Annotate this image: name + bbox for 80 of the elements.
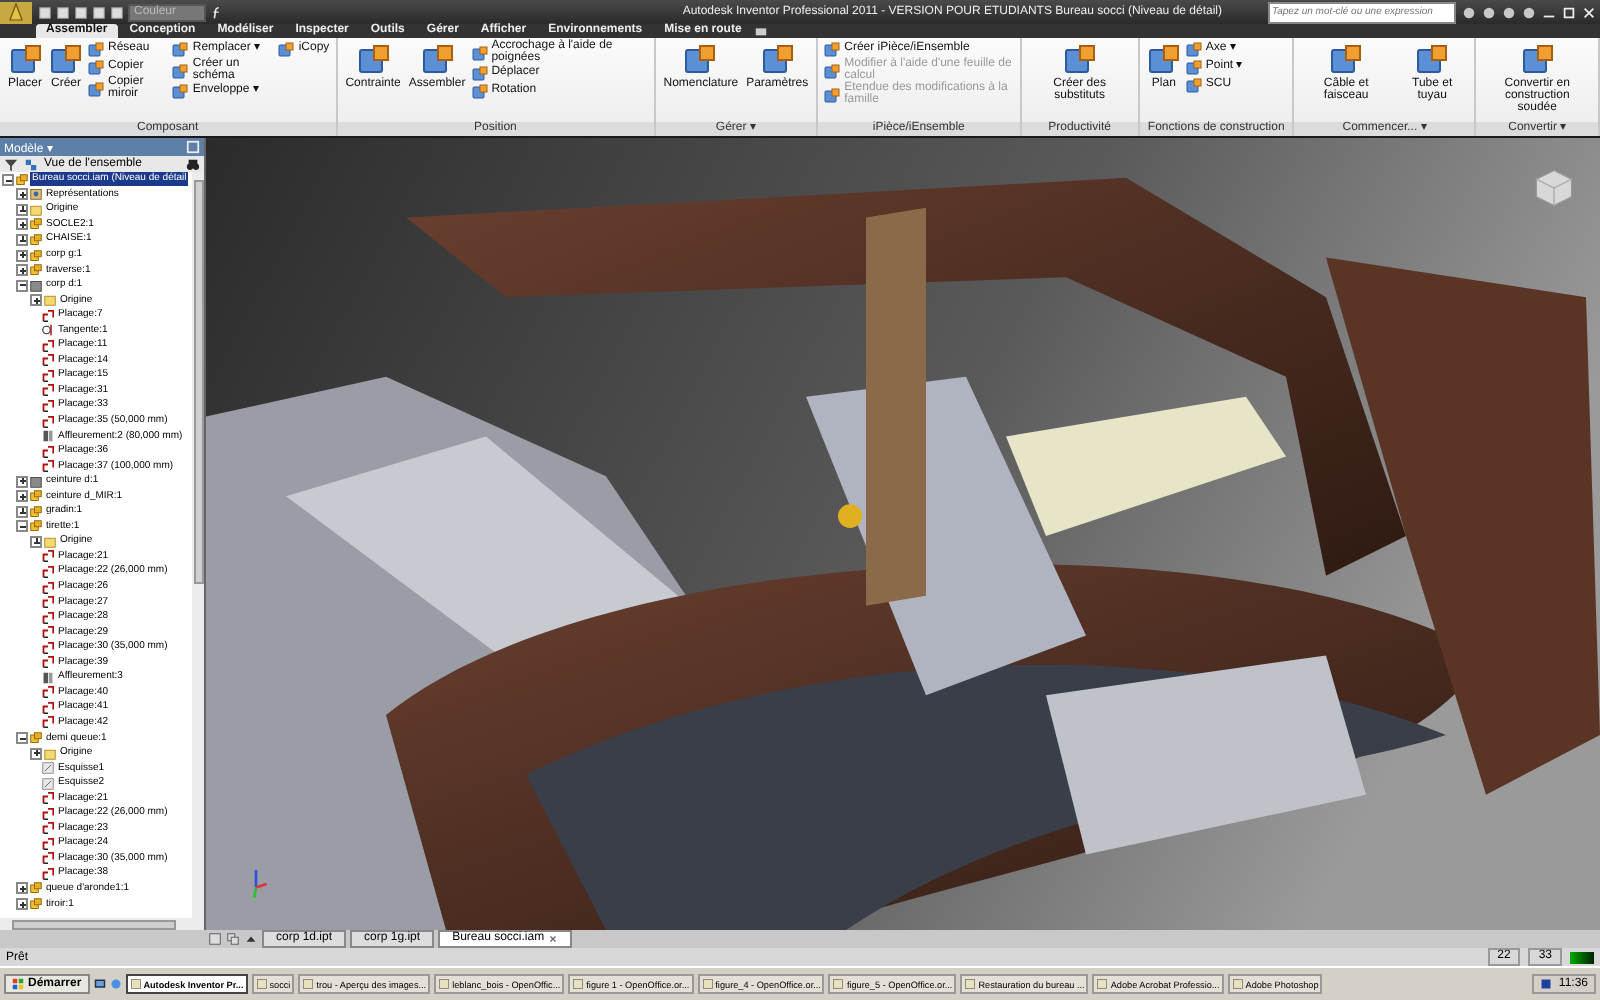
tool-square-icon xyxy=(684,44,717,76)
expand-toggle[interactable] xyxy=(16,505,28,518)
binoculars-icon[interactable] xyxy=(186,157,200,171)
block-icon xyxy=(30,475,42,488)
tool-square-icon xyxy=(88,81,105,97)
window-icon xyxy=(129,978,142,990)
stacked-blocks-icon xyxy=(16,173,28,186)
expand-toggle[interactable] xyxy=(16,233,28,246)
window-icon xyxy=(302,978,315,990)
close-icon[interactable] xyxy=(548,934,559,944)
expand-toggle[interactable] xyxy=(16,520,28,533)
expand-toggle[interactable] xyxy=(16,279,28,292)
expand-toggle[interactable] xyxy=(16,732,28,744)
tile-windows-icon[interactable] xyxy=(208,932,222,946)
tool-square-icon xyxy=(1330,44,1363,76)
status-indicator-icon xyxy=(1570,951,1594,963)
flush-bars-icon xyxy=(42,430,54,443)
window-icon xyxy=(255,978,268,990)
folder-icon xyxy=(30,203,42,216)
expand-toggle[interactable] xyxy=(2,173,14,186)
tool-square-icon xyxy=(278,42,295,58)
tool-square-icon xyxy=(1416,44,1449,76)
cascade-windows-icon[interactable] xyxy=(226,932,240,946)
window-icon xyxy=(832,978,845,990)
expand-toggle[interactable] xyxy=(16,249,28,261)
function-icon[interactable] xyxy=(210,5,225,19)
tool-square-icon xyxy=(172,63,189,79)
3d-assembly-drawing[interactable] xyxy=(206,138,1600,930)
tool-square-icon xyxy=(1521,44,1554,76)
eye-folder-icon xyxy=(30,188,42,201)
desktop-icon[interactable] xyxy=(93,978,106,990)
pin-icon[interactable] xyxy=(186,140,200,154)
window-icon xyxy=(438,978,451,990)
tool-square-icon xyxy=(172,42,189,58)
tool-square-icon xyxy=(761,44,794,76)
expand-toggle[interactable] xyxy=(16,218,28,231)
bracket-icon xyxy=(42,309,54,322)
tool-square-icon xyxy=(421,44,454,76)
expand-toggle[interactable] xyxy=(30,535,42,548)
expand-toggle[interactable] xyxy=(16,188,28,201)
expand-toggle[interactable] xyxy=(16,475,28,488)
expand-toggle[interactable] xyxy=(16,882,28,895)
window-icon xyxy=(1096,978,1109,990)
horizontal-scrollbar[interactable] xyxy=(0,918,204,930)
arrow-up-icon[interactable] xyxy=(244,932,258,946)
window-icon xyxy=(701,978,714,990)
camera-icon[interactable] xyxy=(753,24,768,38)
folder-icon xyxy=(44,294,56,307)
expand-toggle[interactable] xyxy=(16,898,28,911)
tool-square-icon xyxy=(1147,44,1180,76)
tray-icon[interactable] xyxy=(1540,978,1553,990)
flush-bars-icon xyxy=(42,671,54,684)
folder-icon xyxy=(44,747,56,760)
bracket-icon xyxy=(42,415,54,428)
vertical-scrollbar[interactable] xyxy=(192,172,204,918)
window-icon xyxy=(964,978,977,990)
app-menu-button[interactable] xyxy=(0,1,32,23)
tool-square-icon xyxy=(357,44,390,76)
block-icon xyxy=(30,279,42,292)
expand-toggle[interactable] xyxy=(30,747,42,760)
window-icon xyxy=(1231,978,1244,990)
tree-options-icon[interactable] xyxy=(24,157,38,171)
tool-square-icon xyxy=(9,44,41,76)
tool-square-icon xyxy=(50,44,83,76)
expand-toggle[interactable] xyxy=(16,490,28,503)
folder-icon xyxy=(44,535,56,548)
expand-toggle[interactable] xyxy=(16,203,28,216)
tool-square-icon xyxy=(824,87,841,103)
circle-bracket-icon xyxy=(42,324,54,337)
tool-square-icon xyxy=(1063,44,1096,76)
expand-toggle[interactable] xyxy=(16,264,28,277)
maximize-icon[interactable] xyxy=(1562,5,1576,19)
tool-square-icon xyxy=(824,42,841,58)
tool-square-icon xyxy=(471,45,488,61)
tool-square-icon xyxy=(824,63,841,79)
stacked-blocks-icon xyxy=(30,732,42,744)
tool-square-icon xyxy=(172,84,189,100)
windows-flag-icon xyxy=(12,978,24,990)
expand-toggle[interactable] xyxy=(30,294,42,307)
window-icon xyxy=(572,978,585,990)
